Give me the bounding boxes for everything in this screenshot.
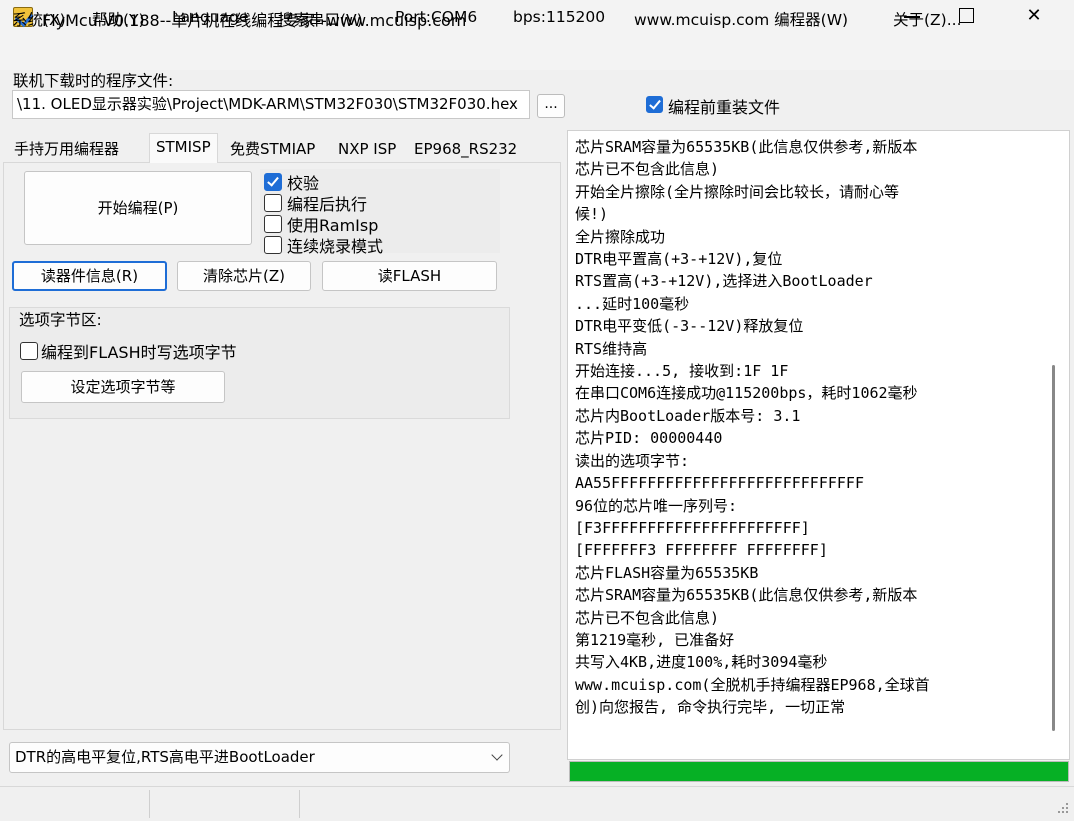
- menu-programmer[interactable]: www.mcuisp.com 编程器(W): [634, 8, 848, 30]
- log-line: 芯片已不包含此信息): [575, 608, 720, 627]
- log-line: 开始全片擦除(全片擦除时间会比较长，请耐心等: [575, 182, 900, 201]
- write-option-bytes-label: 编程到FLASH时写选项字节: [41, 343, 237, 362]
- menu-port[interactable]: Port:COM6: [395, 8, 477, 26]
- log-line: 芯片FLASH容量为65535KB: [575, 563, 759, 582]
- verify-checkbox[interactable]: [264, 173, 282, 191]
- log-line: DTR电平变低(-3--12V)释放复位: [575, 317, 804, 336]
- chevron-down-icon: [491, 749, 503, 761]
- log-line: 共写入4KB,进度100%,耗时3094毫秒: [575, 653, 828, 672]
- start-program-button[interactable]: 开始编程(P): [24, 171, 252, 245]
- progress-bar: [569, 761, 1069, 782]
- log-line: 全片擦除成功: [575, 227, 666, 246]
- log-line: 读出的选项字节:: [575, 451, 690, 470]
- log-scrollbar[interactable]: [1052, 365, 1055, 731]
- log-line: 候!): [575, 205, 609, 224]
- log-line: 第1219毫秒, 已准备好: [575, 630, 735, 649]
- read-flash-button[interactable]: 读FLASH: [322, 261, 497, 291]
- menu-search-port[interactable]: 搜索串口(V): [278, 8, 363, 30]
- tab-ep968-rs232[interactable]: EP968_RS232: [408, 136, 524, 162]
- log-line: [FFFFFFF3 FFFFFFFF FFFFFFFF]: [575, 541, 828, 560]
- log-line: AA55FFFFFFFFFFFFFFFFFFFFFFFFFFFF: [575, 474, 864, 493]
- log-lines: 芯片SRAM容量为65535KB(此信息仅供参考,新版本 芯片已不包含此信息) 开始…: [575, 136, 930, 719]
- log-line: 96位的芯片唯一序列号:: [575, 496, 738, 515]
- log-line: 芯片已不包含此信息): [575, 160, 720, 179]
- write-option-bytes-option[interactable]: 编程到FLASH时写选项字节: [20, 339, 237, 363]
- progress-fill: [570, 762, 1068, 781]
- continuous-burn-checkbox[interactable]: [264, 236, 282, 254]
- menu-bps[interactable]: bps:115200: [513, 8, 605, 26]
- menu-help[interactable]: 帮助(Y): [92, 8, 145, 30]
- log-line: 创)向您报告, 命令执行完毕, 一切正常: [575, 698, 846, 717]
- log-line: RTS维持高: [575, 339, 648, 358]
- log-line: 在串口COM6连接成功@115200bps，耗时1062毫秒: [575, 384, 918, 403]
- close-button[interactable]: ✕: [1008, 0, 1060, 34]
- status-cell-1: [0, 790, 150, 818]
- tab-nxp-isp[interactable]: NXP ISP: [332, 136, 403, 162]
- continuous-burn-option[interactable]: 连续烧录模式: [264, 233, 383, 257]
- reload-before-program-checkbox[interactable]: [646, 96, 663, 113]
- log-output[interactable]: 芯片SRAM容量为65535KB(此信息仅供参考,新版本 芯片已不包含此信息) 开始…: [567, 130, 1070, 760]
- log-line: 开始连接...5, 接收到:1F 1F: [575, 362, 789, 381]
- reset-mode-select[interactable]: DTR的高电平复位,RTS高电平进BootLoader: [9, 742, 510, 773]
- continuous-burn-label: 连续烧录模式: [287, 237, 384, 256]
- read-device-info-button[interactable]: 读器件信息(R): [12, 261, 167, 291]
- reset-mode-value: DTR的高电平复位,RTS高电平进BootLoader: [15, 748, 315, 766]
- use-ramisp-checkbox[interactable]: [264, 215, 282, 233]
- log-line: www.mcuisp.com(全脱机手持编程器EP968,全球首: [575, 675, 930, 694]
- close-icon: ✕: [1026, 5, 1042, 26]
- browse-button[interactable]: ...: [537, 94, 565, 118]
- erase-chip-button[interactable]: 清除芯片(Z): [177, 261, 311, 291]
- option-bytes-title: 选项字节区:: [19, 308, 105, 330]
- reload-before-program-label: 编程前重装文件: [668, 98, 781, 117]
- resize-grip-icon[interactable]: [1057, 803, 1069, 815]
- tab-stmisp[interactable]: STMISP: [149, 133, 218, 163]
- menu-bar: [0, 36, 1074, 70]
- log-line: 芯片SRAM容量为65535KB(此信息仅供参考,新版本: [575, 586, 918, 605]
- menu-language[interactable]: Language: [172, 8, 249, 26]
- log-line: ...延时100毫秒: [575, 294, 690, 313]
- log-line: RTS置高(+3-+12V),选择进入BootLoader: [575, 272, 873, 291]
- log-line: 芯片内BootLoader版本号: 3.1: [575, 406, 801, 425]
- log-line: 芯片PID: 00000440: [575, 429, 723, 448]
- program-file-input[interactable]: \11. OLED显示器实验\Project\MDK-ARM\STM32F030…: [12, 90, 530, 119]
- status-cell-2: [150, 790, 300, 818]
- run-after-program-checkbox[interactable]: [264, 194, 282, 212]
- tab-free-stmiap[interactable]: 免费STMIAP: [224, 136, 322, 162]
- log-line: 芯片SRAM容量为65535KB(此信息仅供参考,新版本: [575, 138, 918, 156]
- tab-handheld-programmer[interactable]: 手持万用编程器: [8, 136, 126, 162]
- menu-system[interactable]: 系统(X): [12, 8, 66, 30]
- write-option-bytes-checkbox[interactable]: [20, 342, 38, 360]
- log-line: DTR电平置高(+3-+12V),复位: [575, 250, 783, 269]
- log-line: [F3FFFFFFFFFFFFFFFFFFFFFF]: [575, 518, 810, 537]
- menu-about[interactable]: 关于(Z)...: [893, 8, 962, 30]
- set-option-bytes-button[interactable]: 设定选项字节等: [21, 371, 225, 403]
- program-file-label: 联机下载时的程序文件:: [13, 72, 174, 90]
